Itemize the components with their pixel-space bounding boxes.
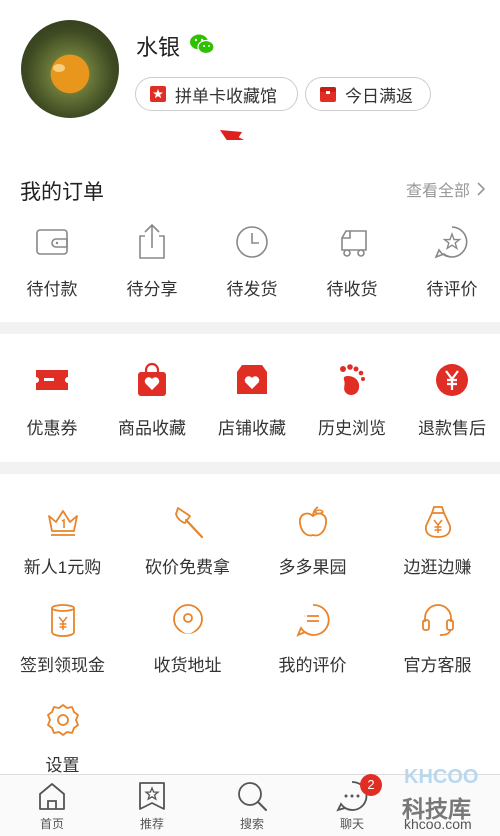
daily-cashback-label: 今日满返: [345, 86, 413, 106]
headset-icon: [421, 604, 454, 636]
search-icon: [238, 782, 267, 811]
nav-recommend[interactable]: 推荐: [102, 779, 202, 832]
axe-icon: [174, 507, 203, 539]
my-orders-section: 我的订单 查看全部 待付款 待分享 待发货 待收货 待评价: [0, 140, 500, 322]
view-all-label: 查看全部: [405, 183, 470, 200]
order-label: 待评价: [426, 280, 478, 299]
tool-label: 签到领现金: [20, 656, 105, 675]
shipping-address-item[interactable]: 收货地址: [125, 602, 250, 676]
browse-history-item[interactable]: 历史浏览: [302, 362, 402, 439]
tool-label: 我的评价: [278, 656, 347, 675]
refund-aftersale-item[interactable]: 退款售后: [402, 362, 500, 439]
money-bag-icon: [424, 506, 451, 538]
location-pin-icon: [172, 604, 203, 634]
collection-label: 商品收藏: [118, 419, 186, 438]
nav-label: 首页: [39, 817, 64, 831]
nav-label: 搜索: [239, 817, 264, 831]
duoduo-orchard-item[interactable]: 多多果园: [250, 504, 375, 578]
store-heart-icon: [237, 365, 267, 394]
card-icon: [150, 86, 166, 102]
gift-icon: [320, 87, 336, 102]
home-icon: [39, 783, 65, 810]
chevron-right-icon: [477, 182, 486, 196]
collection-label: 店铺收藏: [218, 419, 286, 438]
order-label: 待付款: [26, 280, 78, 299]
newcomer-one-yuan-item[interactable]: 新人1元购: [0, 504, 125, 578]
checkin-cash-item[interactable]: 签到领现金: [0, 602, 125, 676]
bargain-free-item[interactable]: 砍价免费拿: [125, 504, 250, 578]
footprint-icon: [340, 364, 365, 396]
share-icon: [139, 223, 165, 259]
nav-search[interactable]: 搜索: [202, 779, 302, 832]
browse-earn-item[interactable]: 边逛边赚: [375, 504, 500, 578]
tool-label: 收货地址: [153, 656, 222, 675]
order-pending-review[interactable]: 待评价: [402, 222, 500, 300]
bag-heart-icon: [138, 362, 166, 396]
order-pending-payment[interactable]: 待付款: [2, 222, 102, 300]
order-pending-share[interactable]: 待分享: [102, 222, 202, 300]
yen-circle-icon: [436, 364, 468, 396]
coupon-item[interactable]: 优惠券: [2, 362, 102, 439]
tool-label: 边逛边赚: [403, 558, 472, 577]
order-label: 待发货: [226, 280, 278, 299]
collection-label: 历史浏览: [318, 419, 386, 438]
avatar[interactable]: [21, 20, 119, 118]
coupon-icon: [36, 370, 68, 390]
collection-hall-button[interactable]: 拼单卡收藏馆: [135, 77, 298, 111]
view-all-orders-link[interactable]: 查看全部: [406, 177, 486, 201]
tool-label: 砍价免费拿: [145, 558, 230, 577]
collection-hall-label: 拼单卡收藏馆: [175, 86, 277, 106]
order-pending-receipt[interactable]: 待收货: [302, 222, 402, 300]
collection-label: 优惠券: [26, 419, 78, 438]
comment-icon: [295, 604, 330, 637]
settings-item[interactable]: 设置: [0, 702, 125, 776]
customer-service-item[interactable]: 官方客服: [375, 602, 500, 676]
recommend-icon: [139, 782, 165, 810]
watermark-logo: KHCOO: [404, 766, 479, 788]
daily-cashback-button[interactable]: 今日满返: [305, 77, 431, 111]
tool-label: 新人1元购: [23, 558, 102, 577]
orders-title: 我的订单: [20, 181, 104, 204]
tool-label: 多多果园: [278, 558, 347, 577]
cash-cup-icon: [50, 604, 75, 637]
profile-header: 水银 拼单卡收藏馆 今日满返: [0, 0, 500, 172]
order-label: 待分享: [126, 280, 178, 299]
fruit-icon: [298, 506, 327, 537]
gear-icon: [46, 704, 79, 736]
username[interactable]: 水银: [136, 30, 180, 62]
watermark: KHCOO 科技库 khcoo.com: [398, 766, 500, 836]
truck-icon: [341, 230, 367, 257]
wechat-icon: [190, 34, 215, 55]
collection-label: 退款售后: [418, 419, 486, 438]
order-label: 待收货: [326, 280, 378, 299]
nav-label: 推荐: [139, 817, 164, 831]
collections-section: 优惠券 商品收藏 店铺收藏 历史浏览 退款售后: [0, 334, 500, 462]
order-pending-shipment[interactable]: 待发货: [202, 222, 302, 300]
nav-home[interactable]: 首页: [2, 779, 102, 832]
review-star-icon: [434, 226, 468, 259]
nav-chat[interactable]: 聊天: [302, 779, 402, 832]
my-reviews-item[interactable]: 我的评价: [250, 602, 375, 676]
tools-grid: 新人1元购 砍价免费拿 多多果园 边逛边赚 签到领现金 收货地址 我的评价 官方…: [0, 474, 500, 776]
watermark-url: khcoo.com: [404, 816, 472, 832]
tool-label: 官方客服: [403, 656, 472, 675]
product-favorites-item[interactable]: 商品收藏: [102, 362, 202, 439]
nav-label: 聊天: [339, 817, 364, 831]
chat-unread-badge: 2: [360, 774, 382, 796]
wallet-icon: [36, 229, 68, 255]
store-favorites-item[interactable]: 店铺收藏: [202, 362, 302, 439]
tool-label: 设置: [45, 756, 80, 775]
crown-icon: [47, 510, 78, 536]
clock-icon: [236, 226, 268, 258]
